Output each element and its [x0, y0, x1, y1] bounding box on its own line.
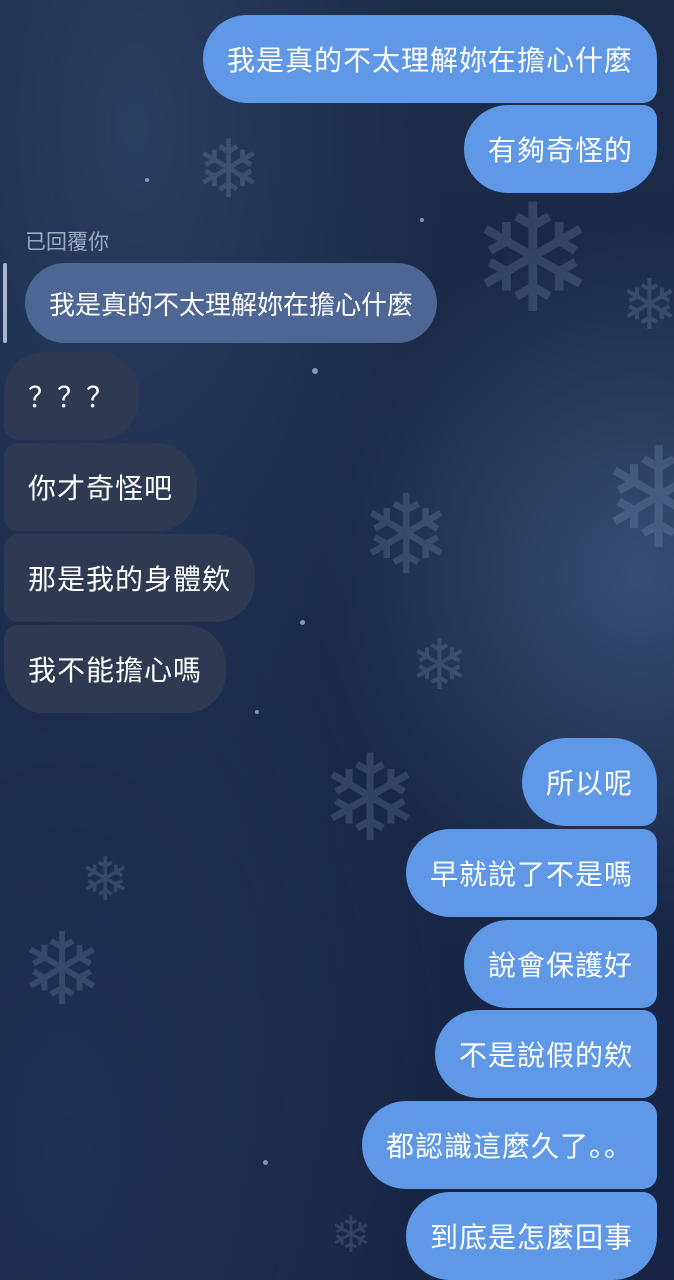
incoming-message[interactable]: ？？？: [4, 352, 140, 440]
snowflake-icon: ❄: [330, 1206, 372, 1264]
outgoing-message[interactable]: 都認識這麼久了。。: [361, 1101, 657, 1189]
reply-indicator-bar: [3, 263, 7, 343]
outgoing-message[interactable]: 不是說假的欸: [434, 1010, 657, 1098]
snowflake-icon: ❄: [620, 264, 674, 346]
snow-dot: [255, 710, 259, 714]
snowflake-icon: ❄: [195, 123, 263, 216]
reply-label: 已回覆你: [25, 230, 109, 254]
snowflake-icon: ❄: [360, 471, 453, 599]
quoted-message[interactable]: 我是真的不太理解妳在擔心什麼: [25, 263, 438, 343]
snowflake-icon: ❄: [20, 911, 104, 1028]
incoming-message[interactable]: 那是我的身體欸: [4, 534, 256, 622]
snowflake-icon: ❄: [410, 624, 469, 706]
snow-dot: [145, 178, 149, 182]
snow-dot: [263, 1160, 268, 1165]
outgoing-message[interactable]: 早就說了不是嗎: [405, 829, 657, 917]
snowflake-icon: ❄: [320, 730, 421, 869]
outgoing-message[interactable]: 我是真的不太理解妳在擔心什麼: [202, 15, 657, 103]
incoming-message[interactable]: 我不能擔心嗎: [4, 625, 227, 713]
snow-dot: [312, 368, 318, 374]
snow-dot: [300, 620, 305, 625]
outgoing-message[interactable]: 所以呢: [521, 738, 657, 826]
snowflake-icon: ❄: [600, 418, 674, 581]
outgoing-message[interactable]: 說會保護好: [463, 920, 657, 1008]
snowflake-icon: ❄: [470, 173, 596, 347]
outgoing-message[interactable]: 有夠奇怪的: [463, 105, 657, 193]
snow-dot: [420, 218, 424, 222]
incoming-message[interactable]: 你才奇怪吧: [4, 443, 198, 531]
snowflake-icon: ❄: [80, 845, 131, 915]
outgoing-message[interactable]: 到底是怎麼回事: [405, 1192, 657, 1280]
